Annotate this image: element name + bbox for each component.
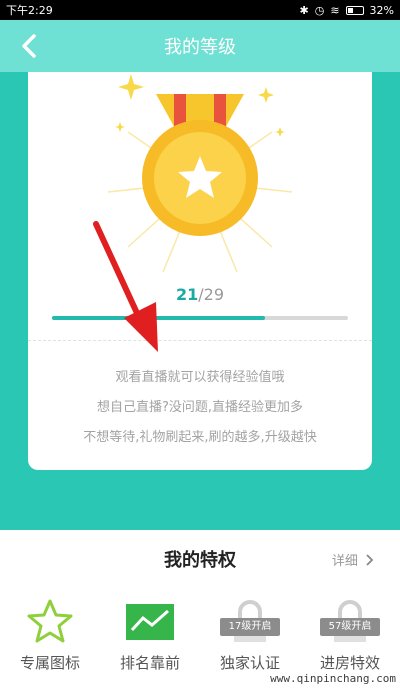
level-progress-fill — [52, 316, 266, 320]
page-title: 我的等级 — [164, 37, 236, 58]
chevron-right-icon — [366, 553, 374, 566]
watermark: www.qinpinchang.com — [270, 672, 396, 685]
nav-bar: 我的等级 — [0, 20, 400, 72]
battery-icon — [345, 5, 364, 15]
bluetooth-icon: ✱ — [299, 3, 309, 17]
status-time: 下午2:29 — [6, 4, 53, 17]
card-divider — [28, 340, 372, 341]
star-outline-icon — [27, 599, 73, 643]
status-bar: 下午2:29 ✱ ◷ ≋ 32% — [0, 0, 400, 20]
wifi-icon: ≋ — [330, 3, 340, 17]
privilege-exclusive-icon[interactable]: 专属图标 — [0, 592, 100, 689]
privilege-top-ranking[interactable]: 排名靠前 — [100, 592, 200, 689]
total-level: /29 — [198, 285, 224, 304]
privilege-label: 进房特效 — [319, 654, 380, 672]
unlock-level-badge: 17级开启 — [220, 618, 280, 636]
medal-icon — [107, 74, 293, 273]
privilege-label: 专属图标 — [19, 654, 80, 672]
trend-chart-icon — [126, 604, 174, 640]
tip-watch: 观看直播就可以获得经验值哦 — [115, 370, 285, 385]
tip-gifts: 不想等待,礼物刷起来,刷的越多,升级越快 — [83, 430, 317, 445]
battery-level: 32% — [369, 3, 394, 17]
tip-broadcast: 想自己直播?没问题,直播经验更加多 — [96, 400, 304, 415]
level-progress-bar — [52, 316, 348, 320]
chevron-left-icon — [22, 34, 36, 58]
alarm-icon: ◷ — [314, 3, 325, 17]
level-card: 21/29 观看直播就可以获得经验值哦 想自己直播?没问题,直播经验更加多 不想… — [28, 72, 372, 470]
back-button[interactable] — [16, 32, 44, 60]
privileges-header: 我的特权 详细 — [0, 540, 400, 580]
status-icons: ✱ ◷ ≋ 32% — [300, 4, 395, 17]
current-level: 21 — [175, 285, 199, 304]
privilege-label: 独家认证 — [219, 654, 280, 672]
privileges-detail-link[interactable]: 详细 — [332, 550, 374, 569]
privilege-label: 排名靠前 — [119, 654, 180, 672]
unlock-level-badge: 57级开启 — [320, 618, 380, 636]
level-progress-text: 21/29 — [28, 285, 372, 304]
privileges-detail-label: 详细 — [331, 554, 358, 569]
